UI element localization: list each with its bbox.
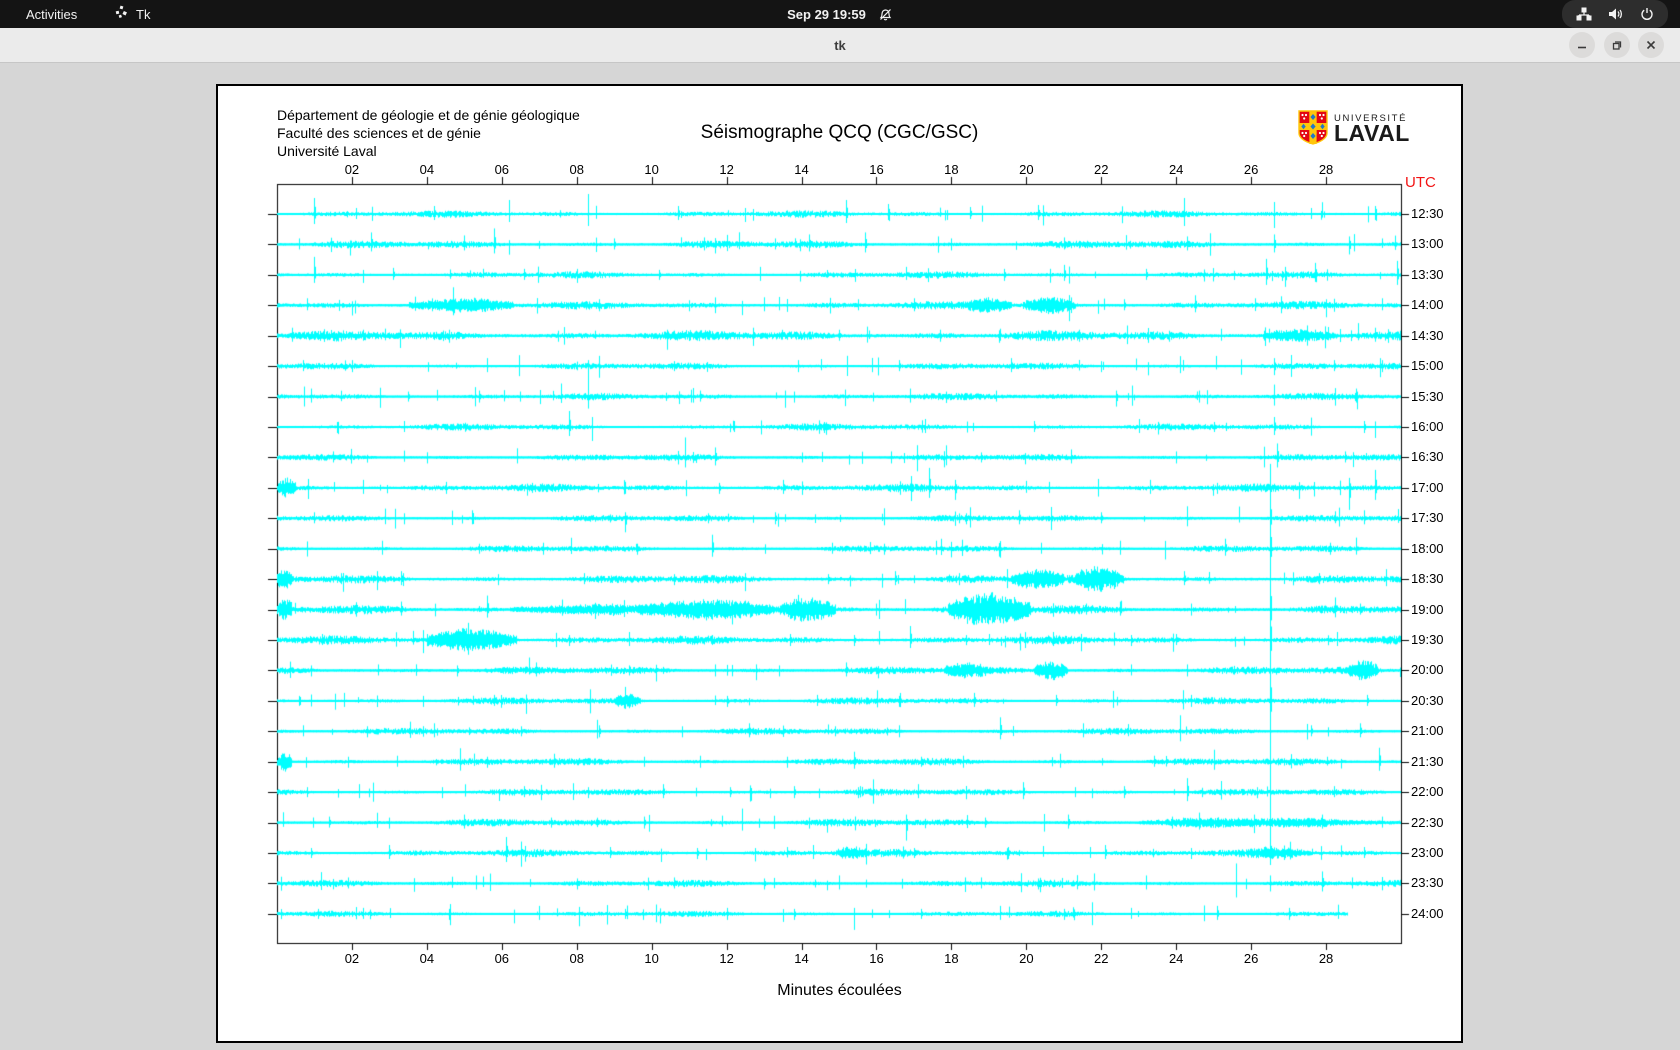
tk-app-icon — [114, 5, 129, 23]
power-icon — [1640, 7, 1654, 21]
laval-wordmark-laval: LAVAL — [1334, 124, 1410, 143]
row-label-17:30: 17:30 — [1411, 510, 1444, 525]
bottom-tick-label-24: 24 — [1169, 951, 1183, 966]
row-label-22:30: 22:30 — [1411, 815, 1444, 830]
clock-area: Sep 29 19:59 — [0, 0, 1680, 28]
row-label-14:30: 14:30 — [1411, 328, 1444, 343]
minimize-button[interactable] — [1569, 32, 1595, 58]
row-label-18:30: 18:30 — [1411, 571, 1444, 586]
plot-title: Séismographe QCQ (CGC/GSC) — [218, 122, 1461, 144]
laval-logo: UNIVERSITÉ LAVAL — [1298, 110, 1448, 150]
bottom-tick-label-28: 28 — [1319, 951, 1333, 966]
row-label-19:30: 19:30 — [1411, 632, 1444, 647]
bottom-tick-label-16: 16 — [869, 951, 883, 966]
gnome-top-bar: Activities Tk Sep 29 19:59 — [0, 0, 1680, 28]
volume-icon — [1608, 7, 1624, 21]
app-menu-label: Tk — [136, 7, 150, 22]
bottom-tick-label-06: 06 — [495, 951, 509, 966]
top-tick-label-26: 26 — [1244, 162, 1258, 177]
row-label-21:30: 21:30 — [1411, 754, 1444, 769]
seismograph-card: Département de géologie et de génie géol… — [216, 84, 1463, 1043]
row-label-13:00: 13:00 — [1411, 236, 1444, 251]
org-line-3: Université Laval — [277, 142, 580, 160]
bell-muted-icon — [878, 7, 893, 22]
bottom-tick-label-08: 08 — [569, 951, 583, 966]
clock-label: Sep 29 19:59 — [787, 7, 866, 22]
bottom-tick-label-22: 22 — [1094, 951, 1108, 966]
row-label-15:30: 15:30 — [1411, 389, 1444, 404]
top-tick-label-04: 04 — [420, 162, 434, 177]
network-tree-icon — [1576, 7, 1592, 21]
top-tick-label-08: 08 — [569, 162, 583, 177]
bottom-tick-label-02: 02 — [345, 951, 359, 966]
row-label-19:00: 19:00 — [1411, 602, 1444, 617]
bottom-tick-label-26: 26 — [1244, 951, 1258, 966]
top-tick-label-06: 06 — [495, 162, 509, 177]
top-tick-label-24: 24 — [1169, 162, 1183, 177]
row-label-16:30: 16:30 — [1411, 449, 1444, 464]
top-tick-label-22: 22 — [1094, 162, 1108, 177]
row-label-14:00: 14:00 — [1411, 297, 1444, 312]
top-tick-label-12: 12 — [719, 162, 733, 177]
top-tick-label-14: 14 — [794, 162, 808, 177]
bottom-tick-label-20: 20 — [1019, 951, 1033, 966]
row-label-17:00: 17:00 — [1411, 480, 1444, 495]
activities-button[interactable]: Activities — [14, 0, 89, 28]
laval-shield-icon — [1298, 132, 1328, 149]
row-label-15:00: 15:00 — [1411, 358, 1444, 373]
clock-button[interactable]: Sep 29 19:59 — [787, 7, 893, 22]
utc-axis-label: UTC — [1405, 174, 1436, 191]
row-label-20:30: 20:30 — [1411, 693, 1444, 708]
system-tray[interactable] — [1562, 0, 1668, 28]
row-label-21:00: 21:00 — [1411, 723, 1444, 738]
row-label-16:00: 16:00 — [1411, 419, 1444, 434]
bottom-tick-label-14: 14 — [794, 951, 808, 966]
row-label-20:00: 20:00 — [1411, 662, 1444, 677]
close-button[interactable] — [1638, 32, 1664, 58]
row-label-13:30: 13:30 — [1411, 267, 1444, 282]
top-tick-label-02: 02 — [345, 162, 359, 177]
row-label-18:00: 18:00 — [1411, 541, 1444, 556]
row-label-12:30: 12:30 — [1411, 206, 1444, 221]
laval-wordmark: UNIVERSITÉ LAVAL — [1334, 113, 1410, 143]
activities-label: Activities — [26, 7, 77, 22]
bottom-tick-label-18: 18 — [944, 951, 958, 966]
maximize-button[interactable] — [1604, 32, 1630, 58]
bottom-tick-label-04: 04 — [420, 951, 434, 966]
row-label-23:30: 23:30 — [1411, 875, 1444, 890]
top-tick-label-10: 10 — [644, 162, 658, 177]
top-tick-label-16: 16 — [869, 162, 883, 177]
row-label-24:00: 24:00 — [1411, 906, 1444, 921]
tk-window-body: Département de géologie et de génie géol… — [0, 63, 1680, 1050]
row-label-23:00: 23:00 — [1411, 845, 1444, 860]
top-tick-label-20: 20 — [1019, 162, 1033, 177]
top-tick-label-28: 28 — [1319, 162, 1333, 177]
bottom-tick-label-12: 12 — [719, 951, 733, 966]
top-tick-label-18: 18 — [944, 162, 958, 177]
seismogram-plot — [218, 86, 1461, 1041]
x-axis-label: Minutes écoulées — [218, 982, 1461, 1000]
window-title: tk — [0, 28, 1680, 62]
window-titlebar[interactable]: tk — [0, 28, 1680, 63]
bottom-tick-label-10: 10 — [644, 951, 658, 966]
app-menu-tk[interactable]: Tk — [104, 0, 160, 28]
row-label-22:00: 22:00 — [1411, 784, 1444, 799]
